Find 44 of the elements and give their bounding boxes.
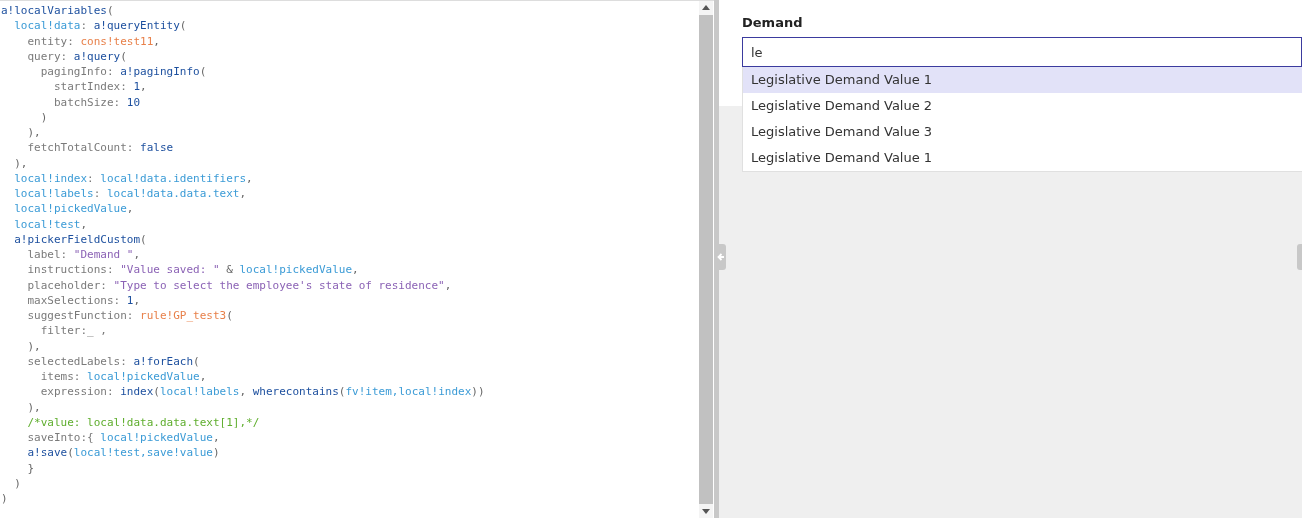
code-line: placeholder: "Type to select the employee's state of residence", (26, 277, 453, 293)
code-line: ), (13, 155, 29, 171)
expand-handle[interactable] (1297, 244, 1302, 270)
code-line: label: "Demand ", (26, 247, 142, 263)
scroll-up-icon[interactable] (702, 5, 711, 10)
code-line: ), (26, 338, 42, 354)
suggestion-item[interactable]: Legislative Demand Value 1 (743, 67, 1302, 93)
code-line: query: a!query( (26, 48, 128, 64)
code-line: local!data: a!queryEntity( (13, 18, 188, 34)
code-line: a!localVariables( (0, 3, 115, 19)
code-line: local!index: local!data.identifiers, (13, 170, 254, 186)
suggestion-item[interactable]: Legislative Demand Value 2 (743, 93, 1302, 119)
scroll-down-icon[interactable] (702, 509, 711, 514)
code-line: filter:_ , (39, 323, 108, 339)
code-line: } (26, 460, 36, 476)
code-line: a!save(local!test,save!value) (26, 445, 221, 461)
code-line: ) (13, 475, 22, 491)
code-line: pagingInfo: a!pagingInfo( (39, 64, 208, 80)
code-line: local!pickedValue, (13, 201, 135, 217)
suggestion-item[interactable]: Legislative Demand Value 1 (743, 145, 1302, 171)
code-line: instructions: "Value saved: " & local!pickedValue, (26, 262, 360, 278)
code-line: selectedLabels: a!forEach( (26, 353, 201, 369)
code-line: a!pickerFieldCustom( (13, 231, 148, 247)
code-line: entity: cons!test11, (26, 33, 161, 49)
code-line: batchSize: 10 (52, 94, 142, 110)
collapse-handle[interactable] (716, 244, 727, 270)
code-line: ), (26, 125, 42, 141)
code-line: local!test, (13, 216, 89, 232)
code-line: fetchTotalCount: false (26, 140, 175, 156)
code-line: expression: index(local!labels, wherecontains(fv!item,local!index)) (39, 384, 486, 400)
code-line: items: local!pickedValue, (39, 369, 208, 385)
code-line: maxSelections: 1, (26, 292, 142, 308)
code-line: ) (0, 491, 9, 507)
code-line: suggestFunction: rule!GP_test3( (26, 308, 234, 324)
code-line: startIndex: 1, (52, 79, 148, 95)
code-line: local!labels: local!data.data.text, (13, 186, 248, 202)
code-line: ) (39, 109, 49, 125)
picker-field[interactable]: le (742, 37, 1302, 67)
field-label: Demand (742, 15, 804, 32)
code-line: ), (26, 399, 42, 415)
code-line: saveInto:{ local!pickedValue, (26, 430, 221, 446)
arrow-left-icon (717, 252, 726, 262)
suggestion-item[interactable]: Legislative Demand Value 3 (743, 119, 1302, 145)
code-line: /*value: local!data.data.text[1],*/ (26, 414, 261, 430)
